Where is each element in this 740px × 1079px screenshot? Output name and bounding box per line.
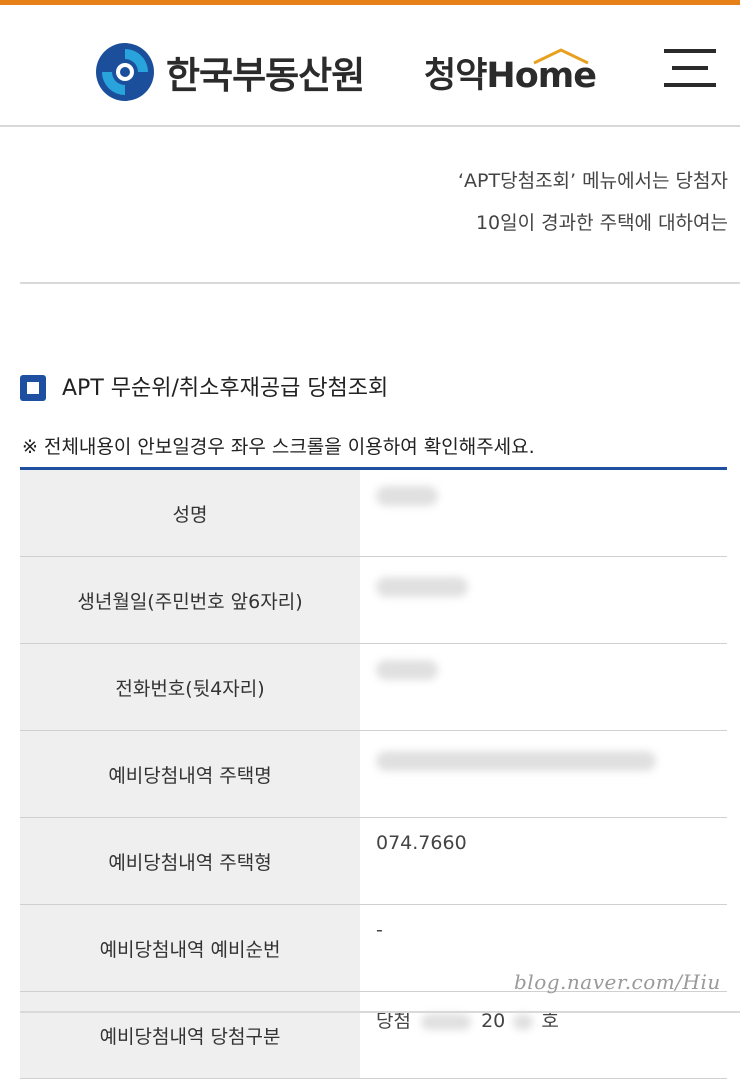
win-type-label: 예비당첨내역 당첨구분 (20, 991, 360, 1079)
phone-value (360, 643, 727, 731)
name-value (360, 470, 727, 557)
notice-line-2: 10일이 경과한 주택에 대하여는 (475, 212, 728, 234)
table-row: 예비당첨내역 당첨구분 당첨 20 호 (20, 991, 727, 1079)
notice-text: ‘APT당첨조회’ 메뉴에서는 당첨자 10일이 경과한 주택에 대하여는 (28, 160, 728, 244)
redacted-value (376, 751, 656, 771)
reserve-number-label: 예비당첨내역 예비순번 (20, 904, 360, 992)
house-name-label: 예비당첨내역 주택명 (20, 730, 360, 818)
table-row: 예비당첨내역 주택명 (20, 730, 727, 818)
scroll-note: ※ 전체내용이 안보일경우 좌우 스크롤을 이용하여 확인해주세요. (22, 436, 535, 458)
section-title: APT 무순위/취소후재공급 당첨조회 (62, 376, 389, 401)
house-name-value (360, 730, 727, 818)
home-roof-icon (533, 48, 589, 65)
redacted-value (376, 659, 438, 680)
birthdate-label: 생년월일(주민번호 앞6자리) (20, 556, 360, 644)
table-row: 성명 (20, 470, 727, 557)
redacted-value (513, 1013, 534, 1030)
win-type-mid: 20 (481, 1010, 506, 1032)
divider (20, 282, 740, 284)
redacted-value (421, 1013, 472, 1030)
divider (20, 1011, 740, 1013)
name-label: 성명 (20, 470, 360, 557)
house-type-value: 074.7660 (360, 817, 727, 905)
brand-name[interactable]: 한국부동산원 (166, 45, 365, 99)
menu-button[interactable] (664, 49, 716, 89)
win-type-suffix: 호 (541, 1010, 559, 1032)
brand-logo-icon[interactable] (94, 41, 156, 103)
site-header: 한국부동산원 청약Home (0, 5, 740, 127)
table-row: 예비당첨내역 주택형 074.7660 (20, 817, 727, 905)
win-type-prefix: 당첨 (376, 1010, 411, 1032)
house-type-label: 예비당첨내역 주택형 (20, 817, 360, 905)
redacted-value (376, 485, 438, 506)
watermark: blog.naver.com/Hiu (514, 970, 721, 994)
table-row: 전화번호(뒷4자리) (20, 643, 727, 731)
section-bullet-icon (20, 375, 46, 401)
win-type-value: 당첨 20 호 (360, 991, 727, 1079)
hamburger-icon (664, 49, 716, 53)
redacted-value (376, 577, 468, 597)
birthdate-value (360, 556, 727, 644)
phone-label: 전화번호(뒷4자리) (20, 643, 360, 731)
table-row: 생년월일(주민번호 앞6자리) (20, 556, 727, 644)
notice-line-1: ‘APT당첨조회’ 메뉴에서는 당첨자 (458, 170, 728, 192)
